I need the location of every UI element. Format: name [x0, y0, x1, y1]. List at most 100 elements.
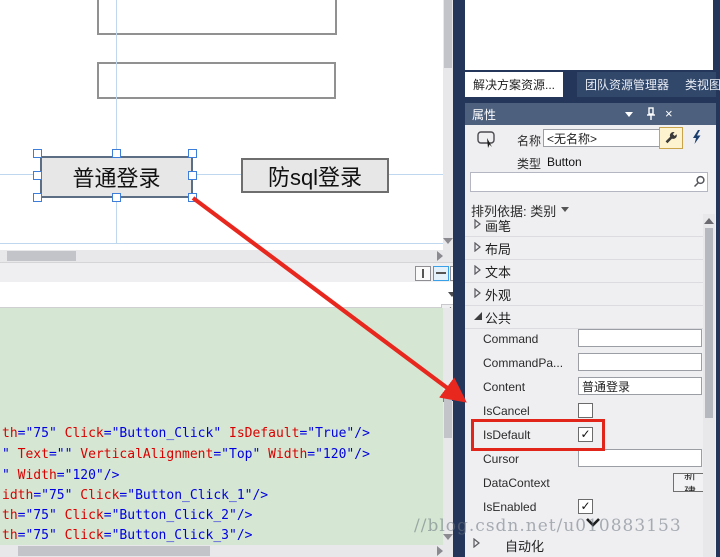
- category-label: 文本: [485, 264, 512, 280]
- scrollbar-thumb[interactable]: [705, 228, 713, 418]
- property-label: IsEnabled: [483, 500, 537, 514]
- designer-button-normal-login[interactable]: 普通登录: [40, 156, 193, 198]
- xaml-code-editor[interactable]: th="75" Click="Button_Click" IsDefault="…: [0, 308, 443, 545]
- code-token: ": [2, 468, 10, 483]
- tab-solution-explorer[interactable]: 解决方案资源...: [465, 72, 564, 97]
- scrollbar-thumb[interactable]: [444, 394, 452, 438]
- properties-wrench-icon[interactable]: [659, 127, 683, 149]
- scrollbar-down-arrow-icon[interactable]: [443, 238, 453, 244]
- alignment-guide-horizontal-2: [0, 243, 443, 244]
- new-datacontext-button[interactable]: 新建: [673, 473, 707, 492]
- isdefault-highlight-box: [471, 419, 605, 451]
- category-文本[interactable]: 文本: [465, 260, 703, 283]
- code-token: th: [2, 528, 18, 543]
- selection-handle[interactable]: [33, 149, 42, 158]
- designer-horizontal-scrollbar[interactable]: [0, 250, 453, 262]
- property-value-input[interactable]: [578, 329, 702, 347]
- arrange-by-caret-icon[interactable]: [561, 207, 569, 212]
- expander-expanded-icon: [474, 312, 482, 320]
- code-token: />: [354, 426, 370, 441]
- type-value: Button: [547, 155, 582, 169]
- code-token: ="75": [17, 528, 57, 543]
- selection-handle[interactable]: [33, 171, 42, 180]
- property-row-Cursor: Cursor: [465, 448, 716, 472]
- property-label: Content: [483, 380, 526, 394]
- alignment-guide-vertical: [116, 0, 117, 243]
- selection-handle[interactable]: [188, 149, 197, 158]
- expander-collapsed-icon: [474, 265, 481, 275]
- property-checkbox[interactable]: ✓: [578, 499, 593, 514]
- scrollbar-thumb[interactable]: [18, 546, 210, 556]
- name-input[interactable]: [543, 129, 661, 147]
- scrollbar-up-arrow-icon[interactable]: [704, 218, 714, 224]
- property-value-input[interactable]: [578, 353, 702, 371]
- property-checkbox[interactable]: [578, 403, 593, 418]
- code-token: ="120": [307, 447, 355, 462]
- code-line[interactable]: " Text="" VerticalAlignment="Top" Width=…: [2, 447, 370, 462]
- code-line[interactable]: " Width="120"/>: [2, 468, 119, 483]
- visual-studio-window: 普通登录 防sql登录 th="75" Click="Button_Click"…: [0, 0, 720, 557]
- selection-handle[interactable]: [33, 193, 42, 202]
- properties-events-bolt-icon[interactable]: [685, 127, 707, 147]
- scrollbar-right-arrow-icon[interactable]: [437, 546, 443, 556]
- code-line[interactable]: th="75" Click="Button_Click" IsDefault="…: [2, 426, 370, 441]
- code-token: Text: [17, 447, 49, 462]
- search-icon: [693, 175, 706, 188]
- properties-search-input[interactable]: [470, 172, 708, 192]
- horizontal-split-icon[interactable]: [433, 266, 449, 281]
- wpf-designer-canvas[interactable]: 普通登录 防sql登录: [0, 0, 443, 250]
- selection-handle[interactable]: [112, 193, 121, 202]
- selection-handle[interactable]: [188, 171, 197, 180]
- close-icon[interactable]: ×: [665, 106, 673, 121]
- code-token: Click: [80, 488, 120, 503]
- pin-icon[interactable]: [645, 107, 657, 121]
- code-token: />: [354, 447, 370, 462]
- category-automation[interactable]: 自动化: [465, 533, 703, 555]
- code-vertical-scrollbar[interactable]: [443, 308, 453, 545]
- element-picker-icon[interactable]: [477, 131, 497, 149]
- designer-button-antisql-login[interactable]: 防sql登录: [241, 158, 389, 193]
- category-label: 自动化: [505, 539, 545, 554]
- code-horizontal-scrollbar[interactable]: [0, 545, 453, 557]
- property-label: Command: [483, 332, 539, 346]
- code-token: Click: [64, 508, 104, 523]
- property-value-input[interactable]: [578, 377, 702, 395]
- category-list: 画笔 布局文本外观公共: [465, 214, 703, 329]
- category-布局[interactable]: 布局: [465, 237, 703, 260]
- property-value-input[interactable]: [578, 449, 702, 467]
- code-token: ="True": [299, 426, 355, 441]
- properties-title-bar[interactable]: 属性 ×: [465, 103, 716, 125]
- code-token: Width: [268, 447, 308, 462]
- scrollbar-right-arrow-icon[interactable]: [437, 251, 443, 261]
- code-line[interactable]: idth="75" Click="Button_Click_1"/>: [2, 488, 268, 503]
- selection-handle[interactable]: [188, 193, 197, 202]
- vertical-split-icon[interactable]: [415, 266, 431, 281]
- tab-类视图[interactable]: 类视图: [677, 76, 720, 93]
- editor-breadcrumb-bar[interactable]: [0, 282, 456, 308]
- category-label: 公共: [485, 310, 512, 326]
- designer-split-toolbar: [0, 262, 466, 283]
- category-公共[interactable]: 公共: [465, 306, 703, 329]
- category-外观[interactable]: 外观: [465, 283, 703, 306]
- code-token: ="Button_Click_1": [119, 488, 253, 503]
- code-token: VerticalAlignment: [80, 447, 214, 462]
- designer-vertical-scrollbar[interactable]: [443, 0, 453, 250]
- designer-textbox-2[interactable]: [97, 62, 336, 99]
- solution-explorer-content[interactable]: [465, 0, 713, 70]
- category-label: 外观: [485, 287, 512, 303]
- properties-scrollbar[interactable]: [703, 214, 715, 557]
- window-menu-caret-icon[interactable]: [625, 112, 633, 117]
- scrollbar-thumb[interactable]: [7, 251, 76, 261]
- tab-团队资源管理器[interactable]: 团队资源管理器: [577, 76, 677, 93]
- designer-textbox-1[interactable]: [97, 0, 337, 35]
- code-line[interactable]: th="75" Click="Button_Click_2"/>: [2, 508, 252, 523]
- category-画笔[interactable]: 画笔: [465, 214, 703, 237]
- selection-handle[interactable]: [112, 149, 121, 158]
- property-label: CommandPa...: [483, 356, 564, 370]
- scrollbar-thumb[interactable]: [444, 0, 452, 68]
- code-line[interactable]: th="75" Click="Button_Click_3"/>: [2, 528, 252, 543]
- tool-window-tabstrip: 解决方案资源... 团队资源管理器 类视图: [465, 72, 720, 97]
